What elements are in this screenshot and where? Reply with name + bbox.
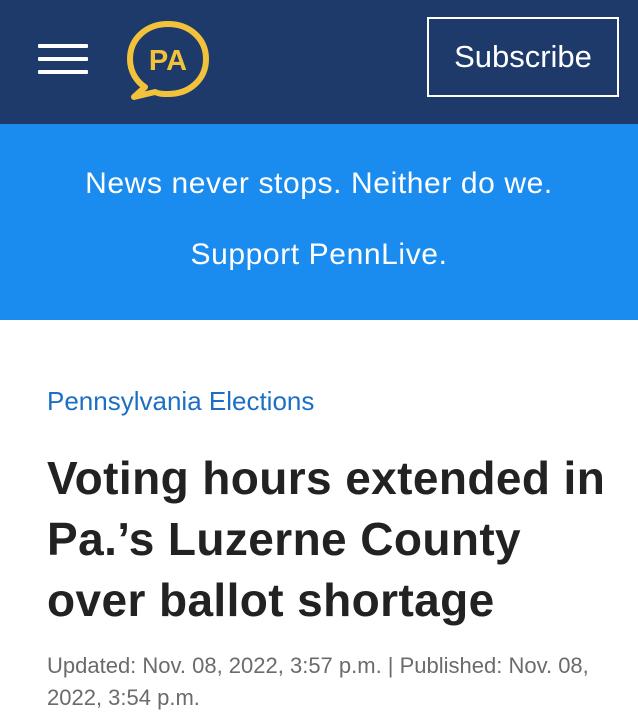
- speech-bubble-logo-icon: PA: [127, 21, 209, 100]
- section-link[interactable]: Pennsylvania Elections: [47, 386, 314, 417]
- article-headline: Voting hours extended in Pa.’s Luzerne C…: [47, 452, 606, 626]
- site-header: PA Subscribe: [0, 0, 638, 124]
- menu-line: [38, 70, 88, 74]
- banner-tagline: News never stops. Neither do we.: [85, 167, 553, 200]
- menu-line: [38, 57, 88, 61]
- support-banner: News never stops. Neither do we. Support…: [0, 124, 638, 320]
- menu-line: [38, 44, 88, 48]
- support-link[interactable]: Support PennLive.: [0, 238, 638, 272]
- article-timestamp: Updated: Nov. 08, 2022, 3:57 p.m. | Publ…: [47, 653, 589, 710]
- logo-text: PA: [149, 45, 187, 77]
- hamburger-menu-icon[interactable]: [38, 44, 88, 76]
- subscribe-button[interactable]: Subscribe: [427, 17, 619, 97]
- pennlive-logo[interactable]: PA: [125, 20, 211, 100]
